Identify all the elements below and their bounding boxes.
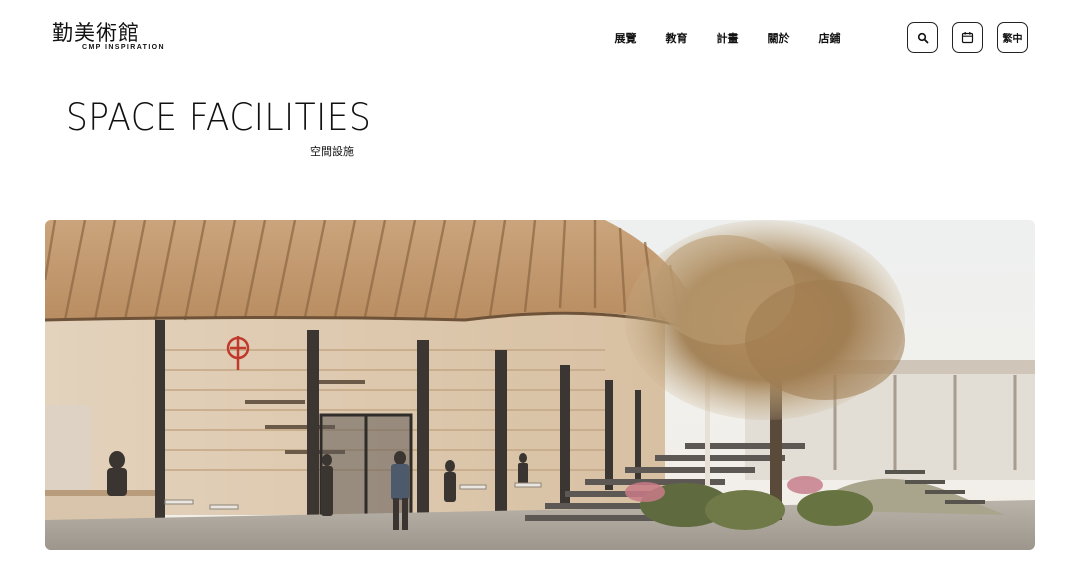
language-label: 繁中 [1002, 34, 1023, 45]
logo-name-en: CMP INSPIRATION [82, 44, 165, 51]
calendar-button[interactable] [952, 22, 983, 53]
logo-name-cn: 勤美術館 [52, 21, 140, 45]
calendar-icon [961, 32, 974, 44]
nav-item-exhibitions[interactable]: 展覽 [600, 30, 651, 46]
language-switch-button[interactable]: 繁中 [997, 22, 1028, 53]
search-icon [917, 32, 928, 43]
site-logo[interactable]: 勤美術館 CMP INSPIRATION [52, 22, 176, 56]
nav-item-education[interactable]: 教育 [651, 30, 702, 46]
page-subtitle: 空間設施 [310, 145, 354, 158]
nav-item-about[interactable]: 關於 [753, 30, 804, 46]
search-button[interactable] [907, 22, 938, 53]
main-nav: 展覽 教育 計畫 關於 店鋪 [600, 30, 855, 46]
nav-item-projects[interactable]: 計畫 [702, 30, 753, 46]
hero-image [45, 220, 1035, 550]
page-title-block: SPACE FACILITIES 空間設施 [66, 96, 372, 158]
nav-item-shop[interactable]: 店鋪 [804, 30, 855, 46]
site-header: 勤美術館 CMP INSPIRATION 展覽 教育 計畫 關於 店鋪 繁中 [0, 0, 1080, 76]
page-title: SPACE FACILITIES [66, 96, 372, 139]
